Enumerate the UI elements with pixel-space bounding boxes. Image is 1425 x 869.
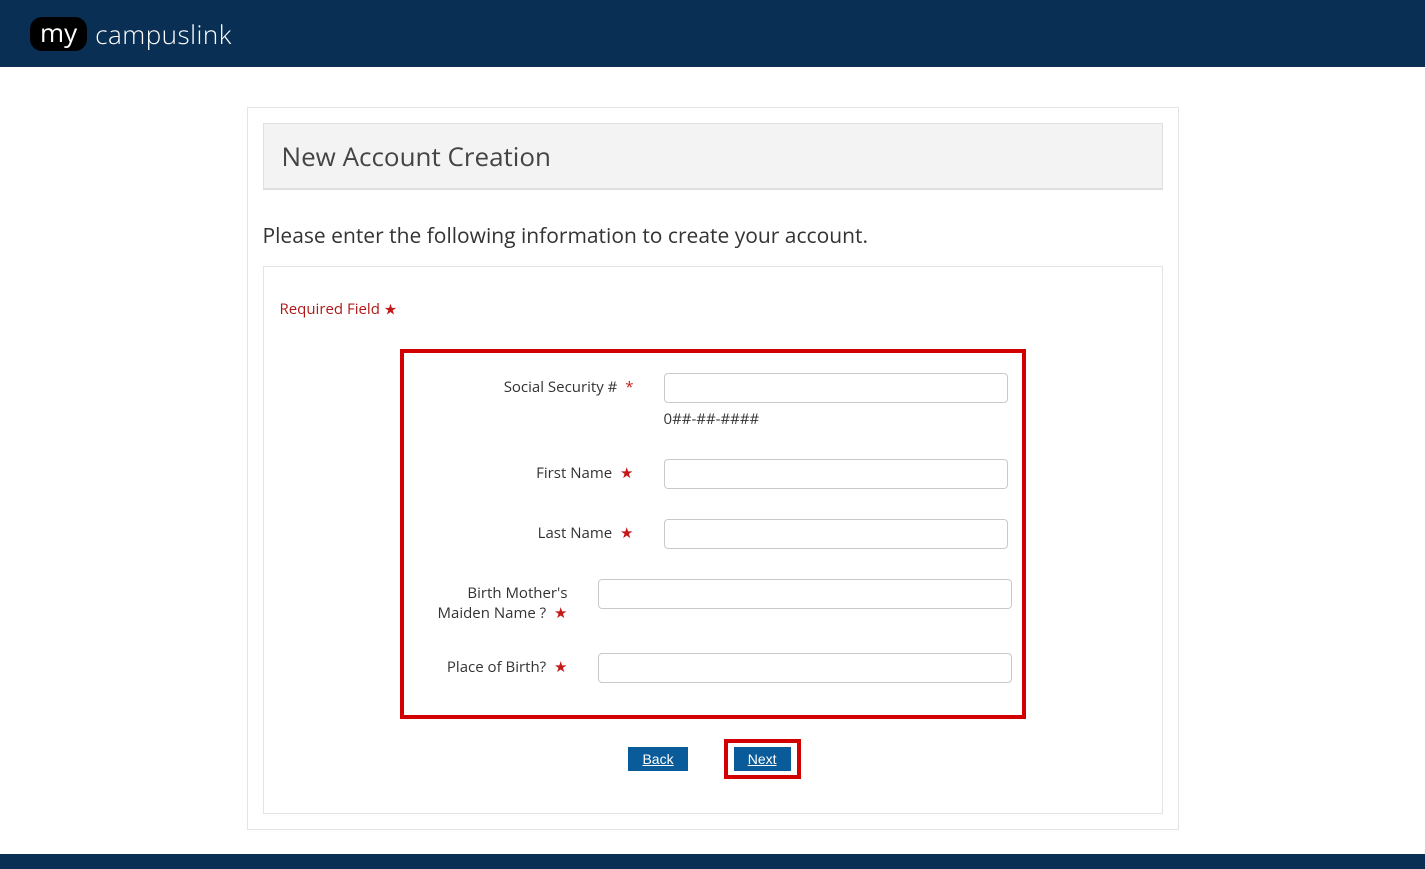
label-place-of-birth: Place of Birth? ★ xyxy=(414,653,568,677)
label-last-name: Last Name ★ xyxy=(414,519,634,543)
ssn-hint: 0##-##-#### xyxy=(664,409,1012,429)
maiden-name-input[interactable] xyxy=(598,579,1012,609)
instruction-text: Please enter the following information t… xyxy=(263,222,1163,250)
logo-rest: campuslink xyxy=(95,16,232,52)
logo-pill: my xyxy=(30,17,87,51)
row-first-name: First Name ★ xyxy=(414,459,1012,489)
ssn-input[interactable] xyxy=(664,373,1008,403)
last-name-input[interactable] xyxy=(664,519,1008,549)
page-container: New Account Creation Please enter the fo… xyxy=(247,107,1179,830)
required-field-label: Required Field xyxy=(280,299,380,319)
footer-bar xyxy=(0,854,1425,869)
row-place-of-birth: Place of Birth? ★ xyxy=(414,653,1012,683)
fields-highlight-box: Social Security # * 0##-##-#### First Na… xyxy=(400,349,1026,719)
label-ssn: Social Security # * xyxy=(414,373,634,397)
place-of-birth-input[interactable] xyxy=(598,653,1012,683)
required-star-icon: ★ xyxy=(384,299,397,319)
panel-title: New Account Creation xyxy=(263,123,1163,190)
required-field-legend: Required Field ★ xyxy=(280,299,1146,319)
label-maiden-name: Birth Mother's Maiden Name ? ★ xyxy=(414,579,568,623)
top-banner: my campuslink xyxy=(0,0,1425,67)
required-star-icon: * xyxy=(625,377,633,397)
next-button-highlight: Next xyxy=(724,739,801,779)
back-button[interactable]: Back xyxy=(628,747,687,771)
logo: my campuslink xyxy=(30,16,232,52)
button-row: Back Next xyxy=(280,739,1146,779)
row-ssn: Social Security # * 0##-##-#### xyxy=(414,373,1012,429)
required-star-icon: ★ xyxy=(554,657,567,677)
form-panel: Required Field ★ Social Security # * 0##… xyxy=(263,266,1163,814)
row-maiden-name: Birth Mother's Maiden Name ? ★ xyxy=(414,579,1012,623)
required-star-icon: ★ xyxy=(620,523,633,543)
label-first-name: First Name ★ xyxy=(414,459,634,483)
row-last-name: Last Name ★ xyxy=(414,519,1012,549)
required-star-icon: ★ xyxy=(620,463,633,483)
required-star-icon: ★ xyxy=(554,603,567,623)
next-button[interactable]: Next xyxy=(734,747,791,771)
first-name-input[interactable] xyxy=(664,459,1008,489)
